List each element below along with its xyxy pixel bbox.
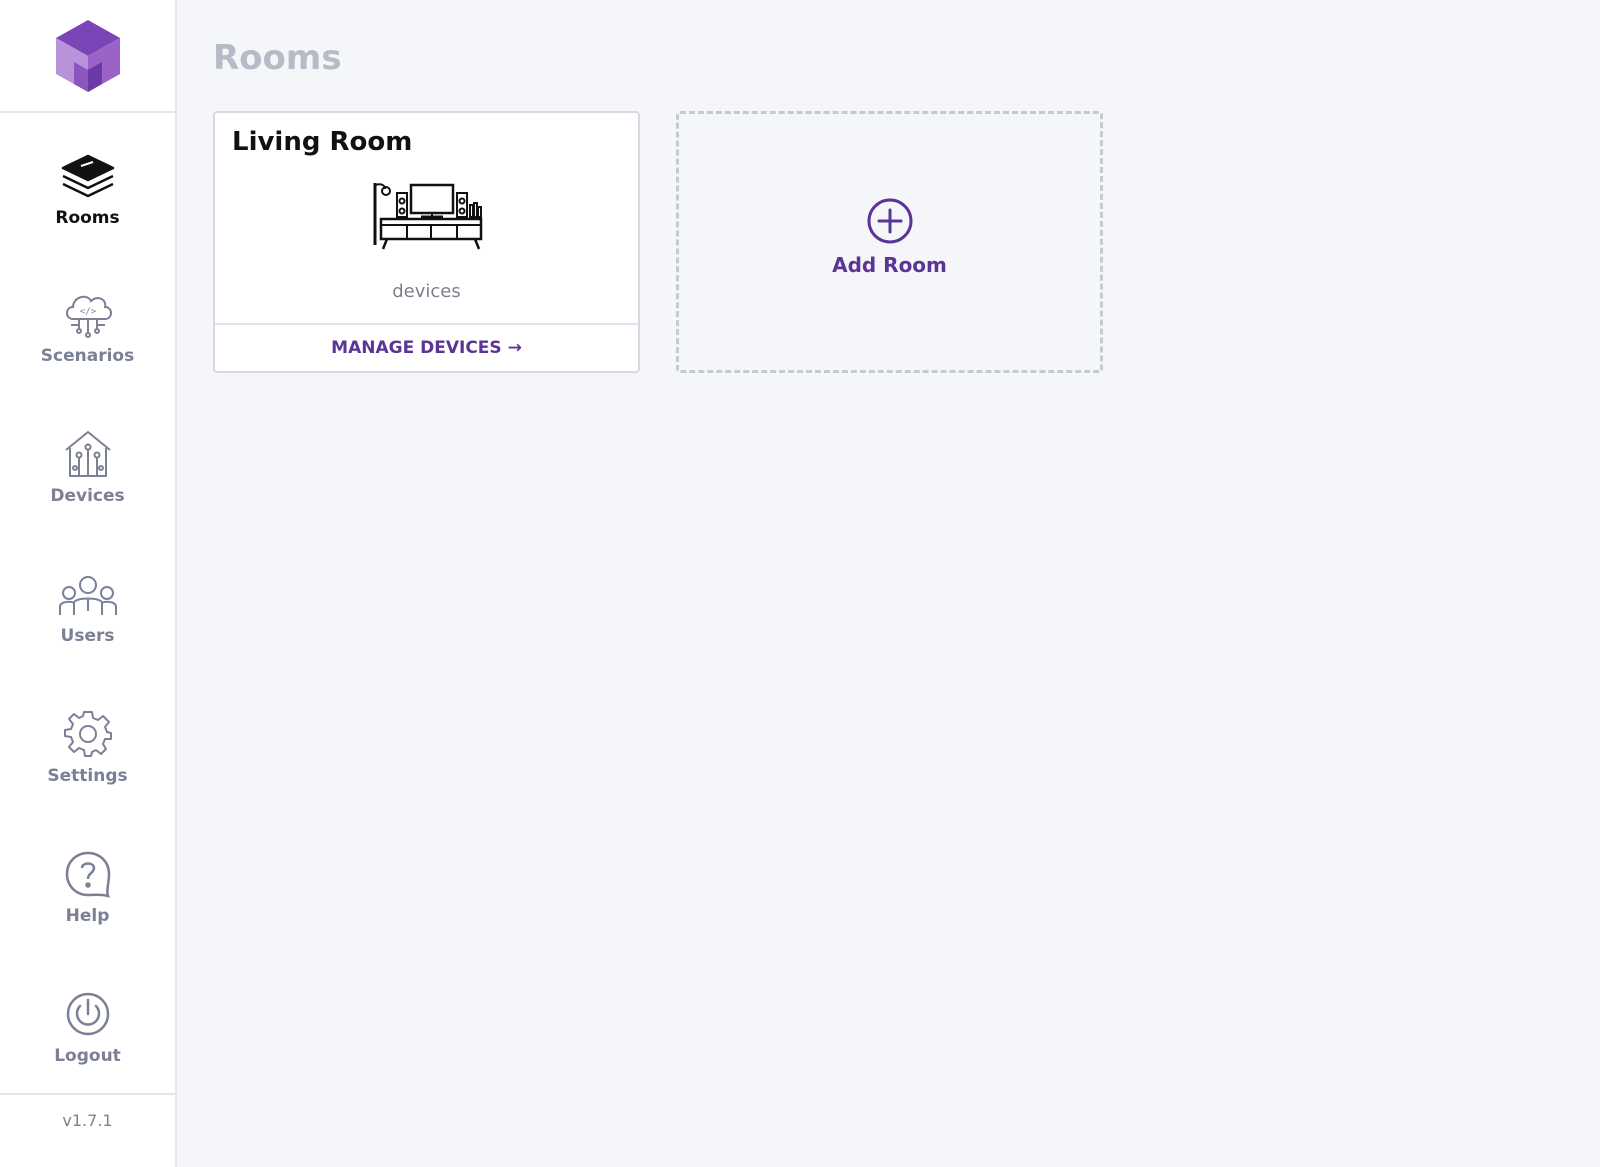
sidebar-item-label: Users (60, 626, 115, 646)
room-card[interactable]: Living Room devices MANAGE DEVICES → (213, 111, 640, 373)
help-chat-icon (58, 844, 118, 904)
svg-text:</>: </> (79, 307, 96, 317)
sidebar-item-label: Help (65, 906, 110, 926)
sidebar-item-devices[interactable]: Devices (0, 424, 175, 506)
add-room-button[interactable]: Add Room (676, 111, 1103, 373)
sidebar-item-label: Rooms (55, 208, 120, 228)
manage-devices-button[interactable]: MANAGE DEVICES → (215, 323, 638, 371)
add-room-label: Add Room (832, 253, 947, 277)
page-title: Rooms (213, 38, 342, 78)
sidebar: Rooms </> Scenarios Devices Users Settin… (0, 0, 177, 1167)
sidebar-item-label: Logout (54, 1046, 121, 1066)
cloud-code-icon: </> (58, 284, 118, 344)
sidebar-item-label: Scenarios (40, 346, 135, 366)
sidebar-item-label: Devices (50, 486, 125, 506)
power-icon (58, 984, 118, 1044)
users-group-icon (58, 564, 118, 624)
sidebar-item-help[interactable]: Help (0, 844, 175, 926)
logo-area (0, 0, 175, 113)
smart-home-icon (58, 424, 118, 484)
sidebar-item-users[interactable]: Users (0, 564, 175, 646)
layers-icon (58, 146, 118, 206)
room-devices-count: devices (392, 281, 461, 302)
room-name: Living Room (232, 127, 413, 157)
version-label: v1.7.1 (62, 1111, 113, 1130)
living-room-tv-icon (373, 183, 483, 250)
sidebar-item-logout[interactable]: Logout (0, 984, 175, 1066)
sidebar-item-label: Settings (47, 766, 128, 786)
cube-logo-icon[interactable] (54, 18, 122, 94)
plus-circle-icon (867, 198, 912, 244)
sidebar-item-rooms[interactable]: Rooms (0, 146, 175, 228)
sidebar-item-scenarios[interactable]: </> Scenarios (0, 284, 175, 366)
gear-icon (58, 704, 118, 764)
sidebar-item-settings[interactable]: Settings (0, 704, 175, 786)
sidebar-footer: v1.7.1 (0, 1093, 175, 1167)
